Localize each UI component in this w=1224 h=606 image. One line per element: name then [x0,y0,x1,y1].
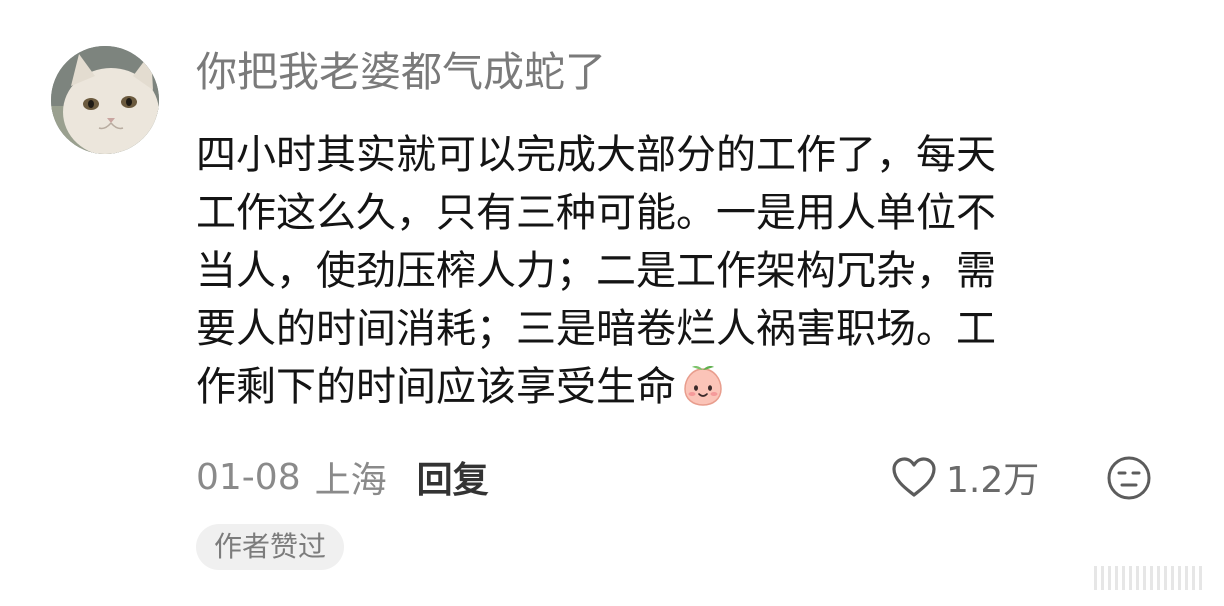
neutral-face-icon[interactable] [1106,455,1152,501]
watermark-bar [1199,566,1202,590]
comment-line: 要人的时间消耗；三是暗卷烂人祸害职场。工 [196,306,996,352]
watermark-bar [1164,566,1167,590]
watermark-bar [1108,566,1111,590]
comment-line: 四小时其实就可以完成大部分的工作了，每天 [196,132,996,178]
comment-card: 你把我老婆都气成蛇了 四小时其实就可以完成大部分的工作了，每天 工作这么久，只有… [0,0,1224,606]
watermark-bar [1115,566,1118,590]
watermark-bar [1122,566,1125,590]
watermark-bar [1101,566,1104,590]
avatar[interactable] [51,46,159,154]
smiling-peach-emoji-icon [684,366,722,406]
comment-line: 当人，使劲压榨人力；二是工作架构冗杂，需 [196,248,996,294]
comment-date: 01-08 [196,456,301,498]
watermark-bar [1094,566,1097,590]
watermark-bar [1171,566,1174,590]
reply-button[interactable]: 回复 [417,451,489,503]
watermark-bar [1157,566,1160,590]
comment-location: 上海 [314,460,387,501]
watermark-bar [1143,566,1146,590]
like-button[interactable]: 1.2万 [890,452,1039,502]
heart-outline-icon [892,457,936,497]
watermark-bar [1136,566,1139,590]
watermark-bar [1150,566,1153,590]
author-liked-badge: 作者赞过 [196,524,345,570]
watermark-bars [1094,566,1202,590]
watermark-bar [1178,566,1181,590]
comment-last-line: 作剩下的时间应该享受生命 [196,358,1136,416]
comment-line: 工作这么久，只有三种可能。一是用人单位不 [196,190,996,236]
watermark-bar [1185,566,1188,590]
watermark-bar [1192,566,1195,590]
like-count: 1.2万 [946,460,1040,501]
comment-meta: 01-08 上海 回复 [196,452,489,502]
watermark-bar [1129,566,1132,590]
username[interactable]: 你把我老婆都气成蛇了 [196,44,606,100]
comment-body: 四小时其实就可以完成大部分的工作了，每天 工作这么久，只有三种可能。一是用人单位… [196,126,1136,416]
comment-line: 作剩下的时间应该享受生命 [196,364,676,410]
cat-avatar-icon [51,46,159,154]
